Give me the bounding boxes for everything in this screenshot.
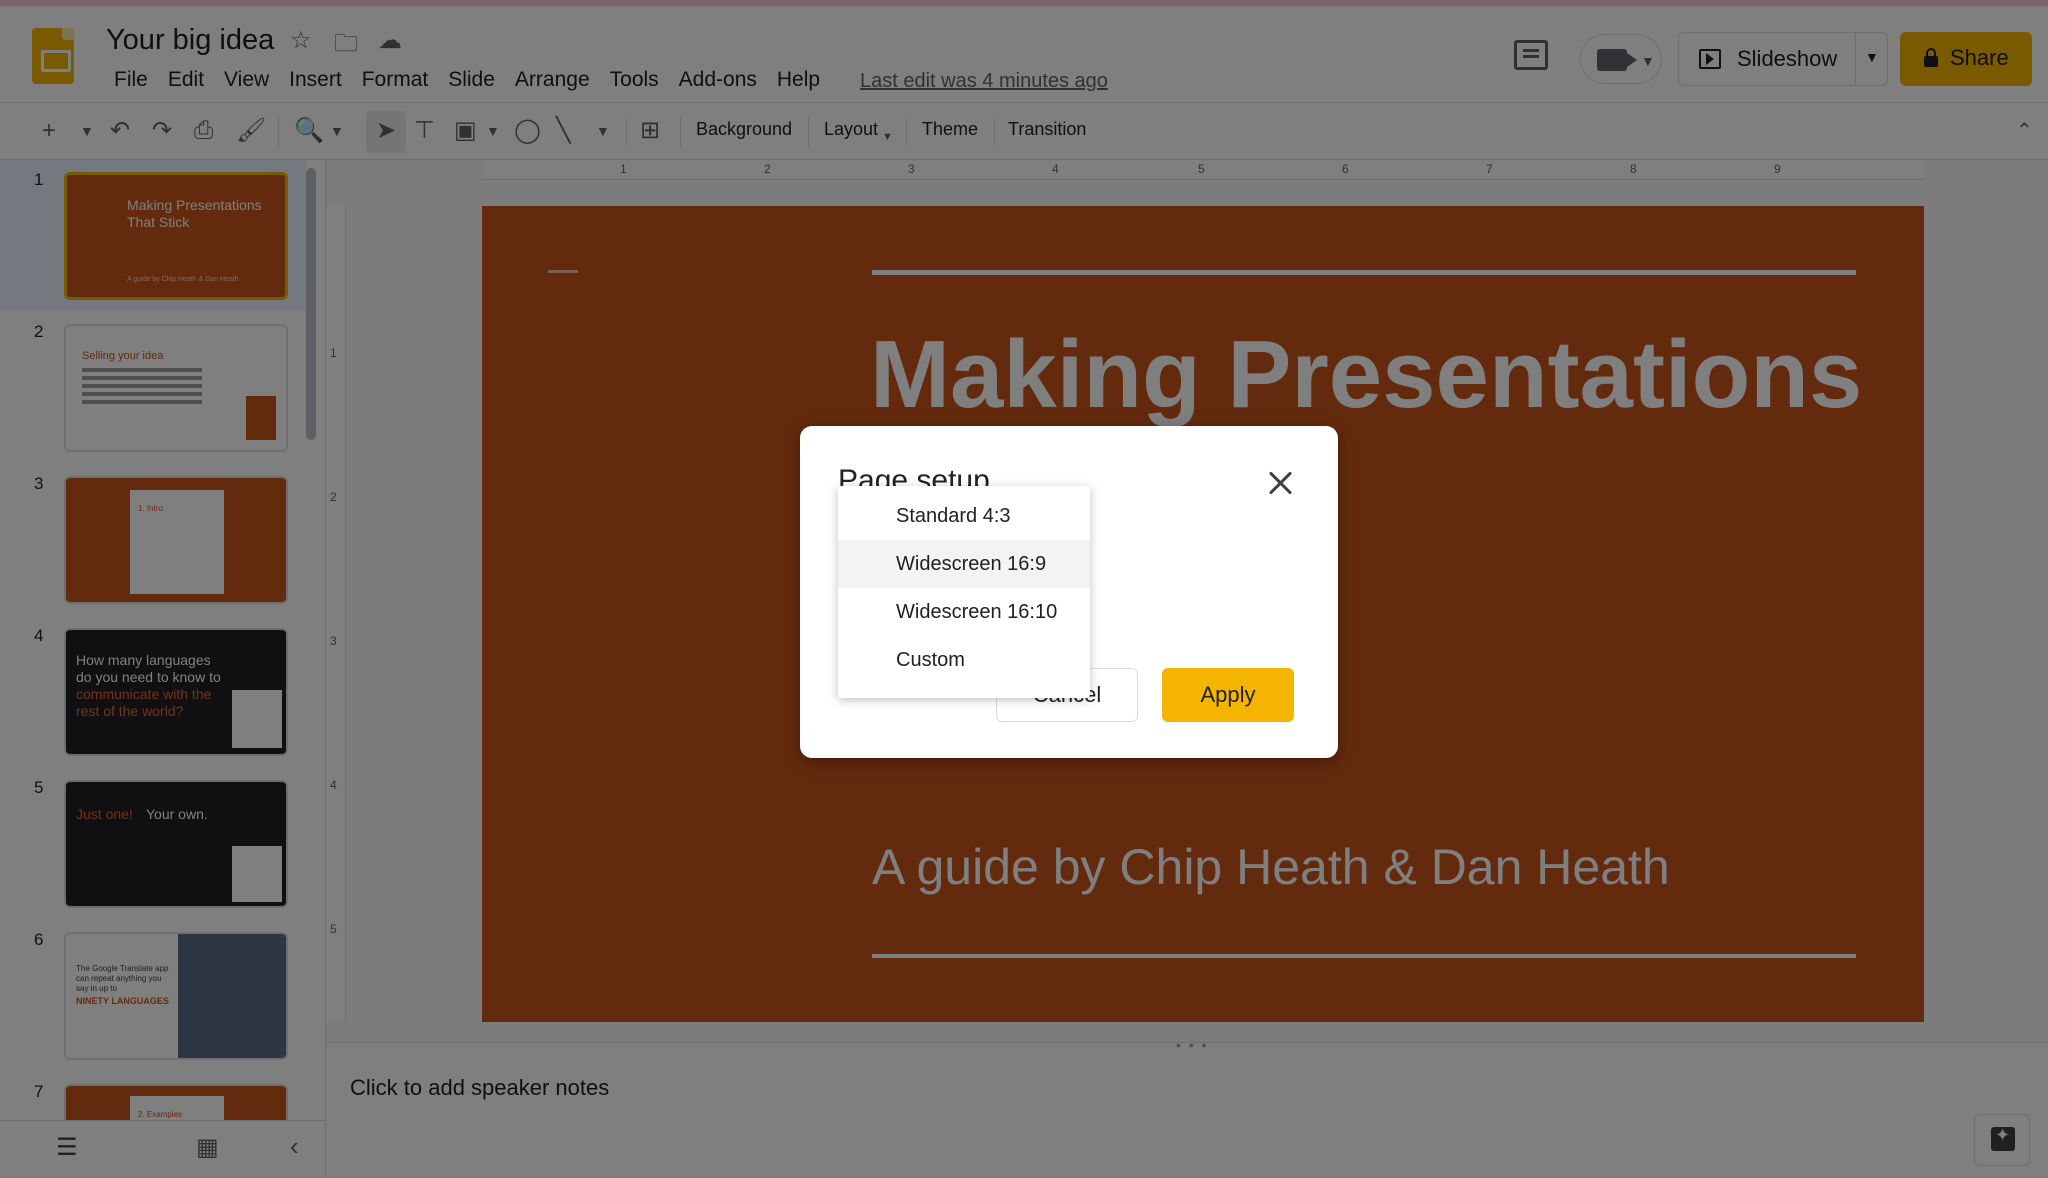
option-widescreen-16-10[interactable]: Widescreen 16:10 (838, 588, 1090, 636)
close-icon[interactable] (1266, 468, 1296, 498)
option-standard-4-3[interactable]: Standard 4:3 (838, 492, 1090, 540)
option-custom[interactable]: Custom (838, 636, 1090, 684)
option-widescreen-16-9[interactable]: Widescreen 16:9 (838, 540, 1090, 588)
page-size-dropdown: Standard 4:3 Widescreen 16:9 Widescreen … (838, 486, 1090, 698)
apply-button[interactable]: Apply (1162, 668, 1294, 722)
